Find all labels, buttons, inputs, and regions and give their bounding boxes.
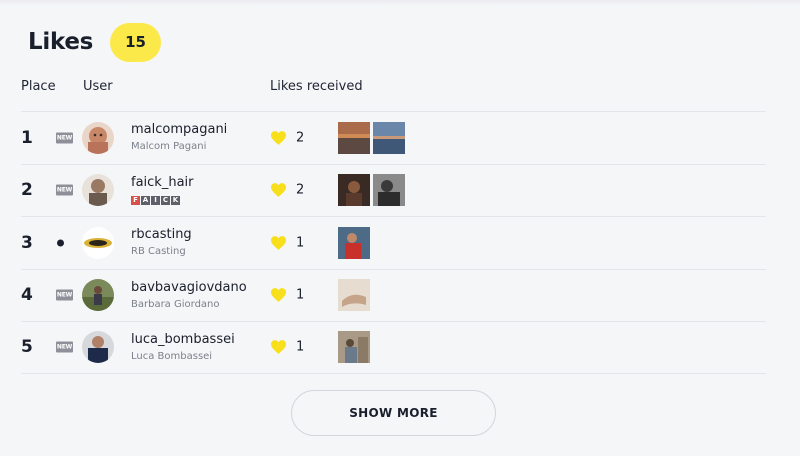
new-badge: NEW bbox=[56, 184, 73, 196]
column-header-likes: Likes received bbox=[270, 79, 363, 94]
place-number: 4 bbox=[21, 285, 33, 306]
logo-letter: A bbox=[141, 195, 150, 205]
top-shadow bbox=[0, 0, 800, 6]
logo-letter: F bbox=[131, 195, 140, 205]
logo-letter: K bbox=[171, 195, 180, 205]
username-link[interactable]: faick_hair bbox=[131, 175, 194, 190]
likes-count: 1 bbox=[296, 287, 305, 303]
place-number: 3 bbox=[21, 232, 33, 253]
likes-count: 2 bbox=[296, 130, 305, 146]
avatar[interactable] bbox=[82, 121, 114, 154]
table-row: 2 NEW faick_hair F A I C K 2 bbox=[21, 163, 766, 217]
likes-header: Likes 15 bbox=[28, 22, 162, 62]
table-row: 5 NEW luca_bombassei Luca Bombassei 1 bbox=[21, 321, 766, 374]
place-number: 1 bbox=[21, 127, 33, 148]
table-row: 4 NEW bavbavagiovdano Barbara Giordano 1 bbox=[21, 268, 766, 322]
likes-count: 1 bbox=[296, 339, 305, 355]
logo-letter: I bbox=[151, 195, 160, 205]
new-badge: NEW bbox=[56, 341, 73, 353]
page-title: Likes bbox=[28, 29, 94, 55]
logo-letter: C bbox=[161, 195, 170, 205]
heart-icon bbox=[271, 235, 286, 250]
table-row: 3 rbcasting RB Casting 1 bbox=[21, 216, 766, 269]
full-name: Malcom Pagani bbox=[131, 141, 207, 152]
heart-icon bbox=[271, 130, 286, 145]
likes-count: 2 bbox=[296, 182, 305, 198]
username-link[interactable]: rbcasting bbox=[131, 227, 192, 242]
heart-icon bbox=[271, 340, 286, 355]
avatar[interactable] bbox=[82, 174, 114, 207]
show-more-button[interactable]: SHOW MORE bbox=[291, 390, 496, 436]
full-name: Barbara Giordano bbox=[131, 298, 220, 310]
place-number: 5 bbox=[21, 337, 33, 358]
new-badge: NEW bbox=[56, 289, 73, 301]
liked-photo-thumbnail[interactable] bbox=[338, 279, 370, 312]
column-header-place: Place bbox=[21, 79, 56, 94]
likes-table: 1 NEW malcompagani Malcom Pagani 2 2 NEW… bbox=[21, 111, 766, 374]
place-number: 2 bbox=[21, 180, 33, 201]
heart-icon bbox=[271, 288, 286, 303]
avatar[interactable] bbox=[82, 226, 114, 259]
liked-photo-thumbnail[interactable] bbox=[338, 331, 370, 364]
table-row: 1 NEW malcompagani Malcom Pagani 2 bbox=[21, 111, 766, 164]
liked-photo-thumbnail[interactable] bbox=[338, 121, 370, 154]
liked-photo-thumbnail[interactable] bbox=[338, 226, 370, 259]
likes-count: 1 bbox=[296, 235, 305, 251]
username-link[interactable]: bavbavagiovdano bbox=[131, 280, 247, 295]
liked-photo-thumbnail[interactable] bbox=[338, 174, 370, 207]
faick-logo: F A I C K bbox=[131, 195, 180, 205]
avatar[interactable] bbox=[82, 279, 114, 312]
new-badge: NEW bbox=[56, 132, 73, 144]
avatar[interactable] bbox=[82, 331, 114, 364]
heart-icon bbox=[271, 183, 286, 198]
username-link[interactable]: luca_bombassei bbox=[131, 332, 235, 347]
status-dot bbox=[57, 239, 64, 247]
column-header-user: User bbox=[83, 79, 113, 94]
username-link[interactable]: malcompagani bbox=[131, 122, 227, 137]
likes-count-badge: 15 bbox=[110, 22, 162, 62]
full-name: RB Casting bbox=[131, 246, 186, 257]
full-name: Luca Bombassei bbox=[131, 351, 213, 362]
liked-photo-thumbnail[interactable] bbox=[373, 174, 405, 207]
liked-photo-thumbnail[interactable] bbox=[373, 121, 405, 154]
